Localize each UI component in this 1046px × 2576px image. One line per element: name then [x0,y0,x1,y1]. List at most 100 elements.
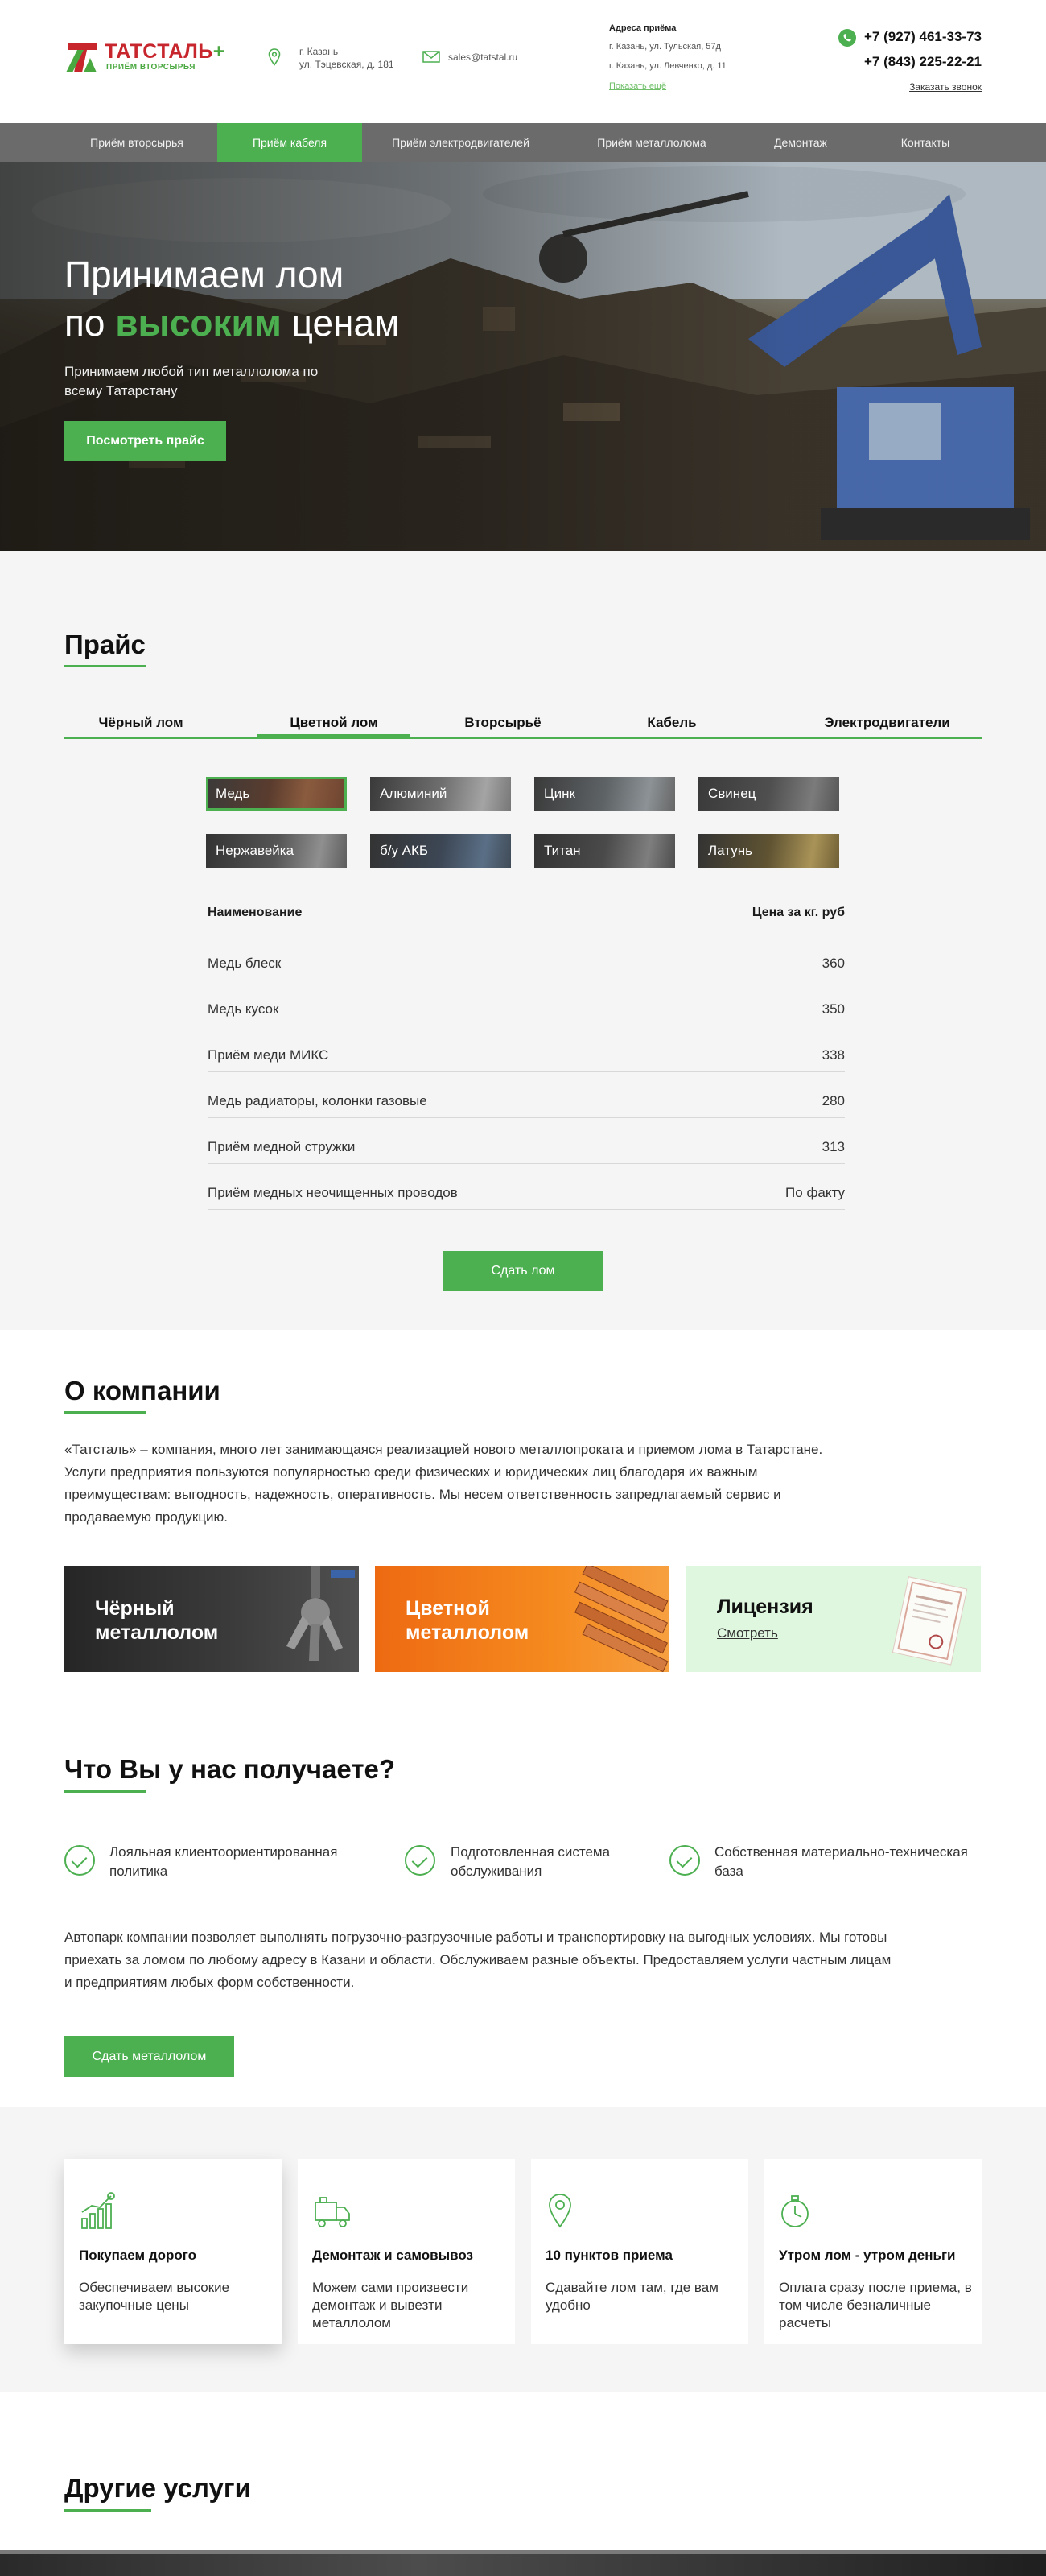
col-price-header: Цена за кг. руб [752,906,845,919]
hero-title-highlight: высоким [115,302,282,344]
title-underline [64,2509,151,2512]
metal-brass[interactable]: Латунь [698,834,839,868]
metal-copper[interactable]: Медь [206,777,347,811]
card-license[interactable]: Лицензия Смотреть [686,1566,981,1672]
row-price: 313 [822,1139,845,1154]
check-icon [64,1845,95,1876]
main-nav: Приём вторсырья Приём кабеля Приём элект… [0,123,1046,162]
nav-item-scrap[interactable]: Приём металлолома [571,123,732,162]
nav-item-contacts[interactable]: Контакты [877,123,974,162]
benefit-item: Собственная материально-техническая база [714,1844,968,1879]
pickup-addresses: Адреса приёма г. Казань, ул. Тульская, 5… [609,22,727,93]
table-row: Приём меди МИКС 338 [208,1027,845,1072]
feature-title: Утром лом - утром деньги [779,2248,956,2263]
feature-card: Покупаем дорого Обеспечиваем высокие зак… [64,2159,282,2344]
claw-illustration [286,1566,355,1661]
table-row: Приём медных неочищенных проводов По факт… [208,1165,845,1210]
feature-desc: Можем сами произвести демонтаж и вывезти… [312,2280,469,2330]
benefit-item: Подготовленная система обслуживания [451,1844,611,1879]
services-banner-strip [0,2550,1046,2576]
feature-card: Демонтаж и самовывоз Можем сами произвес… [298,2159,515,2344]
metal-lead[interactable]: Свинец [698,777,839,811]
card-black-scrap[interactable]: Чёрный металлолом [64,1566,359,1672]
tab-color-scrap[interactable]: Цветной лом [257,708,410,737]
metal-aluminium[interactable]: Алюминий [370,777,511,811]
tab-black-scrap[interactable]: Чёрный лом [64,708,217,737]
phone-1[interactable]: +7 (927) 461-33-73 [864,29,982,45]
feature-title: Демонтаж и самовывоз [312,2248,473,2263]
row-price: По факту [785,1185,845,1200]
feature-card: 10 пунктов приема Сдавайте лом там, где … [531,2159,748,2344]
feature-desc: Обеспечиваем высокие закупочные цены [79,2280,230,2313]
whatsapp-icon[interactable] [838,29,856,47]
card-color-scrap[interactable]: Цветной металлолом [375,1566,669,1672]
location-pin-icon [549,2194,571,2228]
nav-item-dismantling[interactable]: Демонтаж [752,123,849,162]
logo-subtitle: ПРИЁМ ВТОРСЫРЬЯ [106,63,196,72]
nav-item-cable[interactable]: Приём кабеля [217,123,362,162]
address-line: г. Казань, ул. Левченко, д. 11 [609,61,727,71]
benefit-item: Лояльная клиентоориентированная политика [109,1844,338,1879]
email-link[interactable]: sales@tatstal.ru [448,51,517,64]
nav-item-motors[interactable]: Приём электродвигателей [374,123,547,162]
table-row: Приём медной стружки 313 [208,1119,845,1164]
submit-scrap-button[interactable]: Сдать лом [443,1251,603,1291]
card-title: Лицензия [717,1596,813,1618]
feature-desc: Сдавайте лом там, где вам удобно [546,2280,719,2313]
about-title: О компании [64,1376,220,1406]
tab-motors[interactable]: Электродвигатели [793,708,982,737]
row-name: Медь радиаторы, колонки газовые [208,1093,427,1108]
title-underline [64,665,146,667]
row-name: Медь кусок [208,1001,279,1017]
metal-zinc[interactable]: Цинк [534,777,675,811]
feature-card: Утром лом - утром деньги Оплата сразу по… [764,2159,982,2344]
row-name: Приём медных неочищенных проводов [208,1185,458,1200]
growth-chart-icon [81,2192,115,2229]
table-row: Медь блеск 360 [208,935,845,980]
logo[interactable]: ТАТСТАЛЬ+ ПРИЁМ ВТОРСЫРЬЯ [64,39,224,76]
hero-overlay [0,162,1046,551]
copper-pipes-illustration [574,1566,669,1672]
mail-icon [422,51,440,63]
row-price: 350 [822,1001,845,1017]
fleet-text: Автопарк компании позволяет выполнять по… [64,1930,892,1990]
view-license-link[interactable]: Смотреть [717,1625,778,1641]
office-address: г. Казань ул. Тэцевская, д. 181 [299,45,394,71]
title-underline [64,1411,146,1414]
logo-mark-icon [66,43,97,72]
hero-banner: Принимаем лом по высоким ценам Принимаем… [0,162,1046,551]
feature-desc: Оплата сразу после приема, в том числе б… [779,2280,972,2330]
address-line: г. Казань, ул. Тульская, 57д [609,42,721,52]
submit-metal-button[interactable]: Сдать металлолом [64,2036,234,2077]
metal-titanium[interactable]: Титан [534,834,675,868]
show-more-link[interactable]: Показать ещё [609,81,666,91]
tab-recyclables[interactable]: Вторсырьё [430,708,575,737]
col-name-header: Наименование [208,906,303,919]
nav-item-recycling[interactable]: Приём вторсырья [64,123,209,162]
hero-title-line1: Принимаем лом [64,254,344,295]
price-table-header: Наименование Цена за кг. руб [208,906,845,920]
about-text: «Татсталь» – компания, много лет занимаю… [64,1442,823,1525]
price-title: Прайс [64,630,146,659]
row-name: Приём медной стружки [208,1139,356,1154]
row-price: 338 [822,1047,845,1063]
stopwatch-icon [781,2195,809,2227]
title-underline [64,1790,146,1793]
feature-title: 10 пунктов приема [546,2248,673,2263]
metal-stainless[interactable]: Нержавейка [206,834,347,868]
callback-link[interactable]: Заказать звонок [909,81,982,93]
license-certificate-illustration [892,1576,968,1666]
check-icon [405,1845,435,1876]
table-row: Медь радиаторы, колонки газовые 280 [208,1073,845,1118]
other-services-title: Другие услуги [64,2473,251,2503]
hero-subtitle: Принимаем любой тип металлолома по всему… [64,364,319,398]
card-title: Чёрный металлолом [95,1597,219,1644]
logo-name: ТАТСТАЛЬ+ [105,40,225,63]
metal-batteries[interactable]: б/у АКБ [370,834,511,868]
check-icon [669,1845,700,1876]
hero-title: Принимаем лом по высоким ценам [64,254,400,344]
tab-cable[interactable]: Кабель [612,708,732,737]
map-pin-icon [268,48,281,66]
view-prices-button[interactable]: Посмотреть прайс [64,421,226,461]
phone-2[interactable]: +7 (843) 225-22-21 [864,54,982,70]
